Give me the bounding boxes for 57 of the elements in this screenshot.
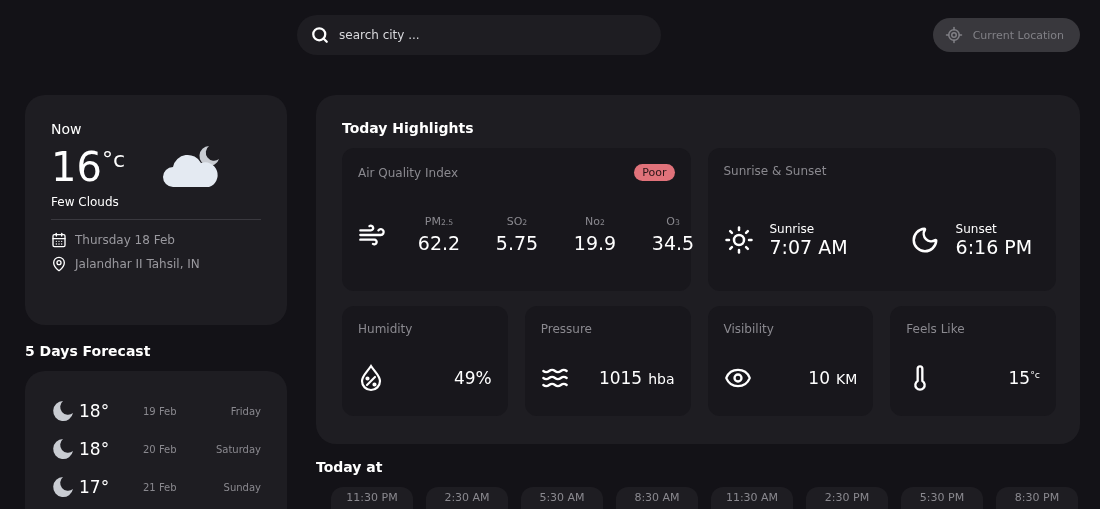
event-time: 6:16 PM: [955, 236, 1033, 258]
location-pin-icon: [51, 256, 67, 272]
forecast-weekday: Saturday: [215, 443, 261, 455]
search-field[interactable]: search city ...: [297, 15, 661, 55]
pollutant-value: 34.5: [651, 232, 695, 254]
pollutant-value: 5.75: [495, 232, 539, 254]
metric-unit: hba: [648, 371, 675, 387]
forecast-date: 21 Feb: [143, 481, 178, 493]
metric-value: 49%: [453, 368, 492, 388]
date-text: Thursday 18 Feb: [75, 233, 175, 247]
card-title: Pressure: [540, 322, 593, 336]
pollutant-value: 19.9: [573, 232, 617, 254]
droplet-percent-icon: [358, 364, 384, 392]
sun-icon: [723, 225, 754, 255]
hour-time: 5:30 PM: [919, 491, 965, 506]
section-title: Today at: [316, 459, 384, 475]
card-title: Sunrise & Sunset: [723, 164, 828, 178]
moon-icon: [51, 437, 75, 461]
current-location-button[interactable]: Current Location: [932, 18, 1080, 52]
hour-time: 2:30 AM: [444, 491, 490, 506]
event-label: Sunset: [955, 222, 998, 236]
metric-unit: KM: [836, 371, 858, 387]
hour-time: 5:30 AM: [539, 491, 585, 506]
metric-value: 1015: [598, 368, 643, 388]
location-text: Jalandhar II Tahsil, IN: [75, 257, 200, 271]
panel-title: Today Highlights: [342, 120, 475, 136]
moon-icon: [51, 475, 75, 499]
metric-value: 10: [808, 368, 830, 388]
pollutant-value: 62.2: [417, 232, 461, 254]
temperature: 16$^{°c}$: [51, 144, 125, 190]
search-icon: [311, 26, 329, 44]
event-label: Sunrise: [769, 222, 816, 236]
metric-value: 15$^{°c}$: [1008, 368, 1040, 388]
forecast-temperature: 17°: [79, 477, 111, 497]
forecast-date: 20 Feb: [143, 443, 178, 455]
hour-time: 8:30 PM: [1014, 491, 1060, 506]
forecast-temperature: 18°: [79, 439, 111, 459]
hour-time: 8:30 AM: [634, 491, 680, 506]
hour-time: 2:30 PM: [824, 491, 870, 506]
card-title: Air Quality Index: [358, 165, 459, 180]
event-time: 7:07 AM: [769, 236, 848, 258]
card-title: Feels Like: [906, 322, 966, 336]
weather-condition: Few Clouds: [51, 195, 120, 209]
card-title: Now: [51, 121, 83, 137]
hour-time: 11:30 PM: [346, 491, 398, 506]
moon-icon: [51, 399, 75, 423]
card-title: Humidity: [358, 322, 414, 336]
forecast-date: 19 Feb: [143, 405, 178, 417]
forecast-weekday: Friday: [230, 405, 261, 417]
card-title: Visibility: [723, 322, 775, 336]
forecast-temperature: 18°: [79, 401, 111, 421]
air-quality-badge: Poor: [634, 164, 675, 181]
forecast-weekday: Sunday: [223, 481, 261, 493]
crosshair-icon: [944, 26, 963, 44]
section-title: 5 Days Forecast: [25, 343, 152, 359]
calendar-icon: [51, 232, 67, 248]
hour-time: 11:30 AM: [725, 491, 779, 506]
